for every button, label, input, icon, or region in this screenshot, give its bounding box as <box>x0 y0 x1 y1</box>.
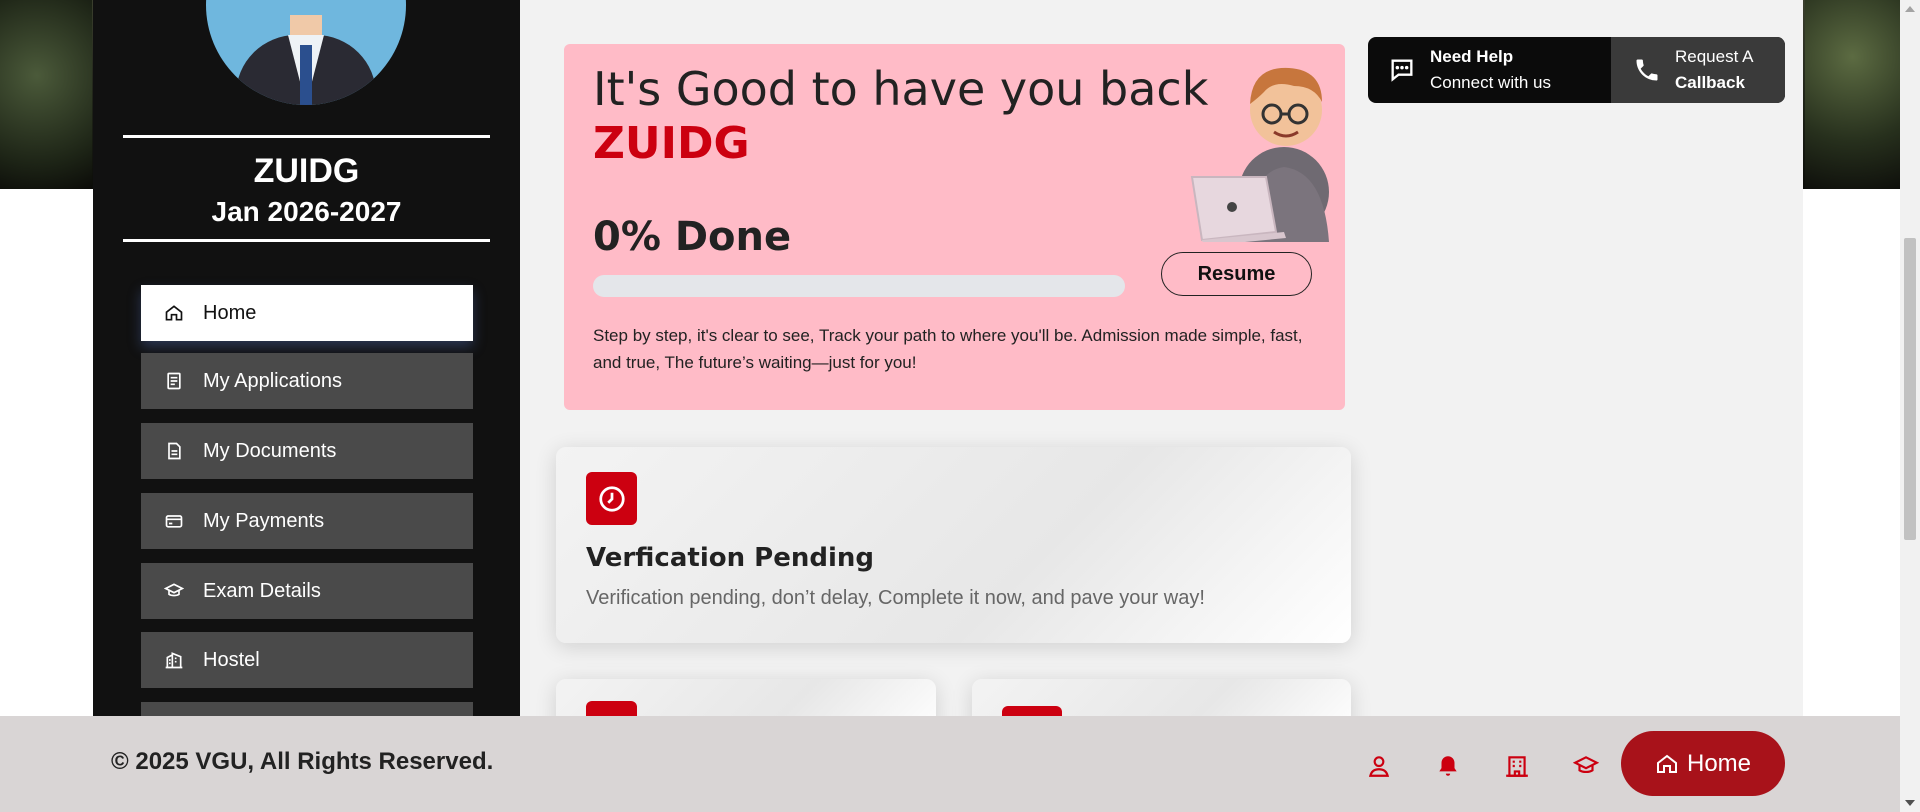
sidebar-item-label: Hostel <box>203 648 260 671</box>
status-card-text: Verification pending, don’t delay, Compl… <box>586 587 1205 609</box>
application-icon <box>163 370 185 392</box>
vertical-scrollbar[interactable] <box>1900 0 1920 812</box>
scroll-down-arrow[interactable] <box>1905 800 1915 806</box>
sidebar-item-label: My Applications <box>203 369 342 392</box>
scroll-up-arrow[interactable] <box>1905 6 1915 12</box>
building-icon[interactable] <box>1503 752 1531 780</box>
welcome-title: It's Good to have you back <box>593 62 1209 116</box>
sidebar-item-my-documents[interactable]: My Documents <box>141 423 473 479</box>
welcome-banner: It's Good to have you back ZUIDG 0% Done… <box>564 44 1345 410</box>
hero-right-foliage <box>1805 0 1900 189</box>
divider-bottom <box>123 239 490 242</box>
user-icon[interactable] <box>1365 752 1393 780</box>
request-label: Request A <box>1675 47 1754 66</box>
welcome-description: Step by step, it's clear to see, Track y… <box>593 326 1303 372</box>
status-card-title: Verfication Pending <box>586 543 874 573</box>
sidebar-item-more[interactable] <box>141 702 473 716</box>
sidebar-item-my-applications[interactable]: My Applications <box>141 353 473 409</box>
callback-label: Callback <box>1675 73 1745 92</box>
verification-status-card[interactable]: Verfication Pending Verification pending… <box>556 447 1351 643</box>
sidebar-item-my-payments[interactable]: My Payments <box>141 493 473 549</box>
connect-label: Connect with us <box>1430 73 1551 92</box>
building-icon <box>163 649 185 671</box>
need-help-label: Need Help <box>1430 47 1514 66</box>
sidebar-item-label: Exam Details <box>203 579 321 602</box>
sidebar-item-exam-details[interactable]: Exam Details <box>141 563 473 619</box>
copyright-text: © 2025 VGU, All Rights Reserved. <box>111 748 494 775</box>
sidebar-item-home[interactable]: Home <box>141 285 473 341</box>
footer: © 2025 VGU, All Rights Reserved. Home <box>0 716 1900 812</box>
hero-left-foliage <box>0 0 92 189</box>
bell-icon[interactable] <box>1434 752 1462 780</box>
sidebar-item-label: Home <box>203 301 257 324</box>
user-session: Jan 2026-2027 <box>211 196 402 227</box>
clock-badge <box>586 472 637 525</box>
sidebar-item-label: My Payments <box>203 509 325 532</box>
scroll-thumb[interactable] <box>1904 238 1916 540</box>
progress-bar <box>593 275 1125 297</box>
resume-button[interactable]: Resume <box>1161 252 1312 296</box>
progress-label: 0% Done <box>593 214 792 260</box>
clock-icon <box>598 485 625 512</box>
document-icon <box>163 440 185 462</box>
help-box: Need Help Connect with us Request A Call… <box>1368 37 1785 103</box>
graduation-cap-icon <box>163 580 185 602</box>
home-icon <box>163 302 185 324</box>
sidebar: ZUIDG Jan 2026-2027 Home My Applications… <box>93 0 520 716</box>
home-button-label: Home <box>1686 749 1752 777</box>
need-help-button[interactable]: Need Help Connect with us <box>1368 37 1611 103</box>
phone-icon <box>1636 59 1658 81</box>
avatar <box>206 0 406 105</box>
chat-icon <box>1391 59 1413 82</box>
sidebar-item-label: My Documents <box>203 439 337 462</box>
home-button[interactable]: Home <box>1621 731 1785 796</box>
card-icon <box>163 510 185 532</box>
user-name: ZUIDG <box>253 152 360 190</box>
welcome-user-name: ZUIDG <box>593 118 750 169</box>
student-laptop-illustration <box>1190 67 1329 242</box>
divider-top <box>123 135 490 138</box>
request-callback-button[interactable]: Request A Callback <box>1611 37 1785 103</box>
sidebar-item-hostel[interactable]: Hostel <box>141 632 473 688</box>
graduation-cap-icon[interactable] <box>1572 752 1600 780</box>
home-icon <box>1656 754 1677 773</box>
